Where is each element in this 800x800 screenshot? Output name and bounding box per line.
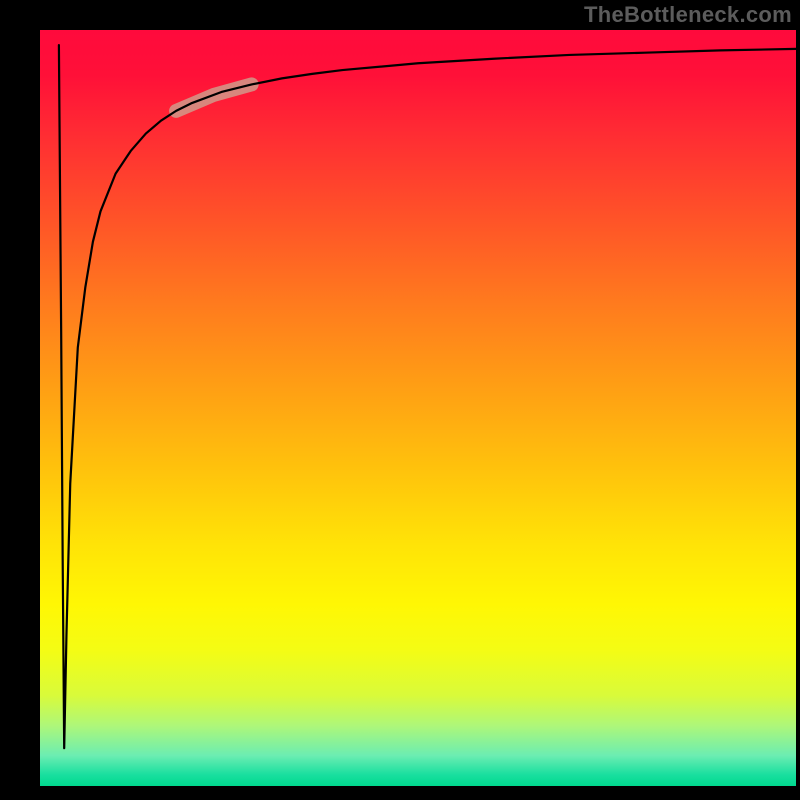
curve-layer xyxy=(40,30,796,786)
highlight-capsule xyxy=(176,84,252,110)
main-curve-group xyxy=(59,45,796,748)
main-curve xyxy=(59,45,796,748)
plot-area xyxy=(40,30,796,786)
chart-frame: TheBottleneck.com xyxy=(0,0,800,800)
highlight-segment xyxy=(176,84,252,110)
watermark-label: TheBottleneck.com xyxy=(584,2,792,28)
